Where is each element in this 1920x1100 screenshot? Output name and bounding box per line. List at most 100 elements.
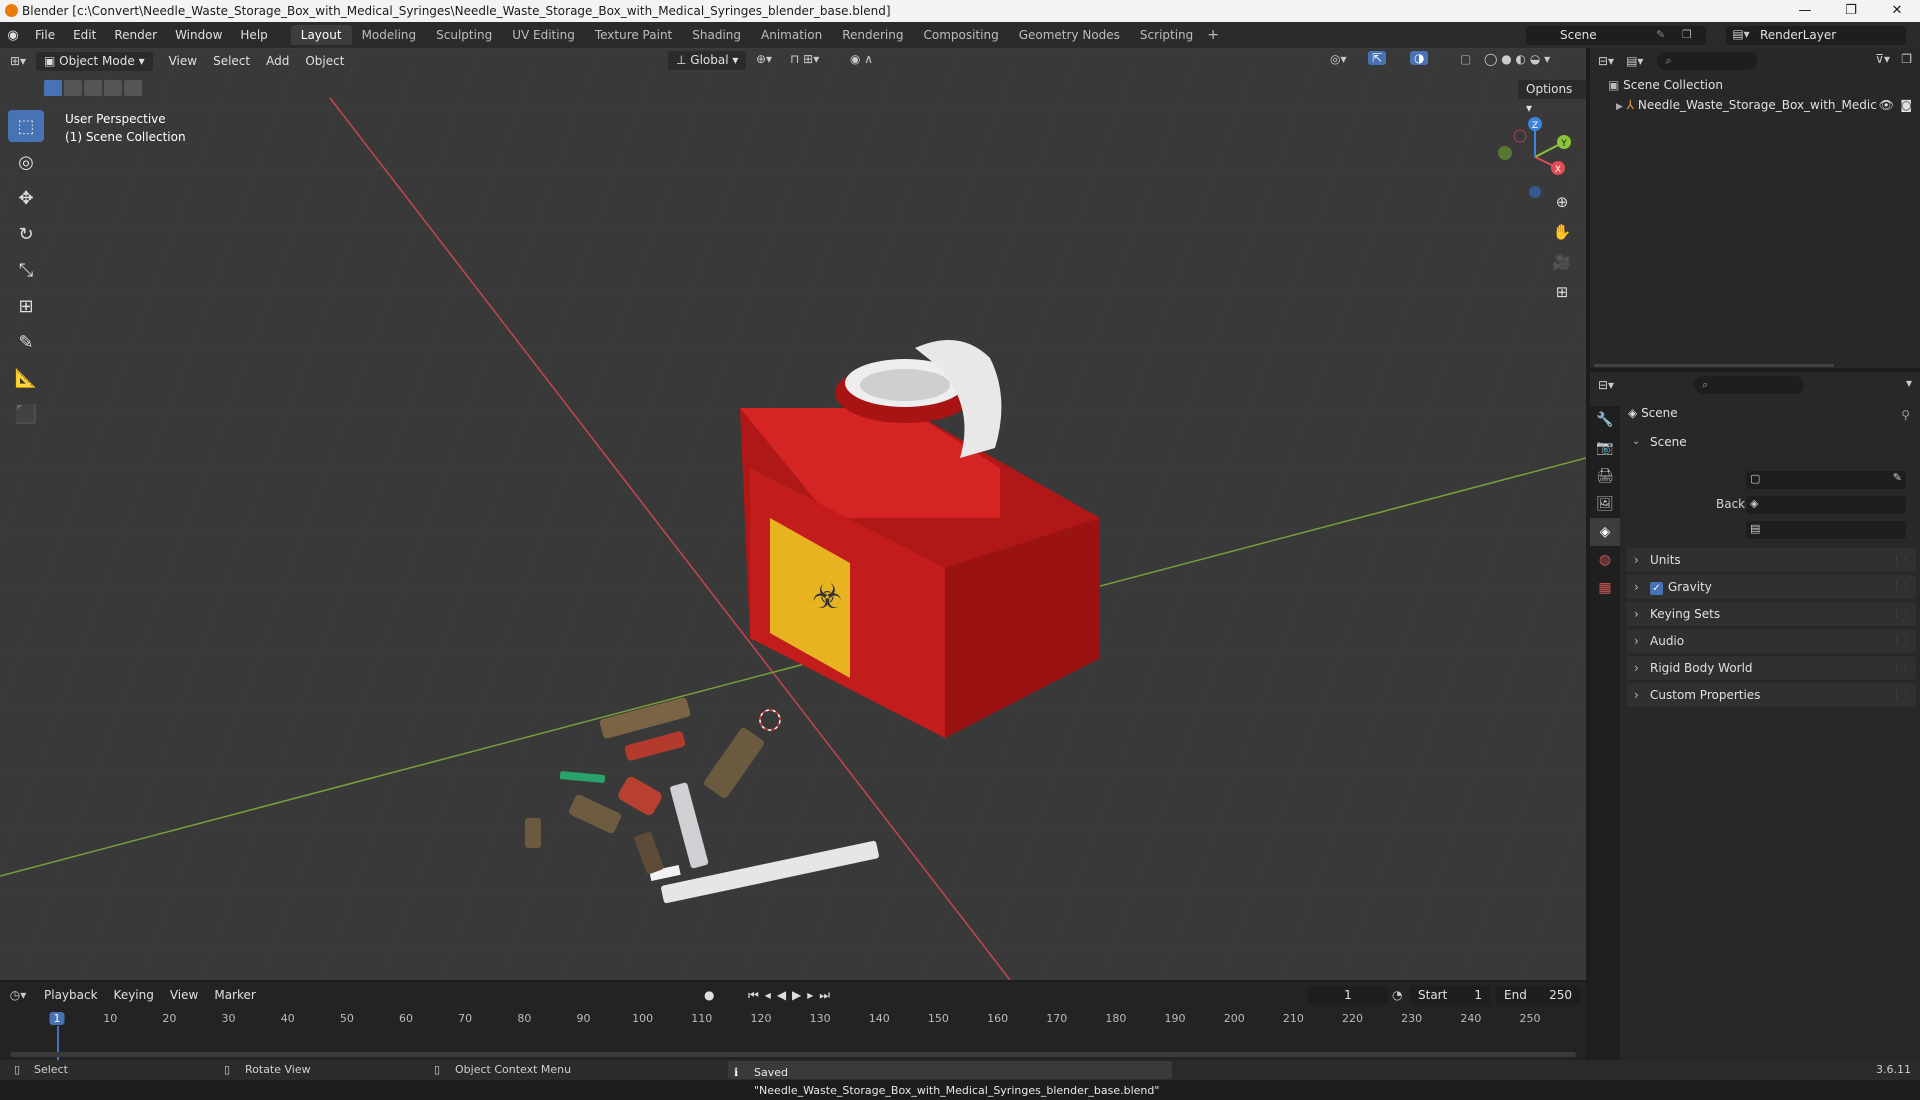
render-layer-icon[interactable]: ▤▾ [1726, 27, 1756, 41]
camera-field[interactable]: ▢ ✎ [1746, 471, 1906, 489]
shading-modes-icon[interactable]: ◯ ● ◐ ◒ ▾ [1484, 52, 1550, 66]
close-button[interactable]: ✕ [1874, 0, 1920, 22]
tab-modeling[interactable]: Modeling [352, 25, 427, 45]
output-tab-icon[interactable]: 🖨 [1590, 462, 1620, 490]
scene-tab-icon[interactable]: ◈ [1590, 518, 1620, 546]
menu-render[interactable]: Render [105, 28, 166, 42]
timeline-menu-playback[interactable]: Playback [36, 986, 106, 1005]
tab-compositing[interactable]: Compositing [913, 25, 1008, 45]
select-extend-icon[interactable] [64, 80, 82, 96]
pin-properties-icon[interactable]: ⚲ [1901, 408, 1910, 422]
proportional-edit-icon[interactable]: ◉ ∧ [850, 52, 873, 66]
tab-texture-paint[interactable]: Texture Paint [585, 25, 682, 45]
editor-type-icon[interactable]: ⊞▾ [0, 54, 36, 68]
gravity-checkbox[interactable]: ✓ [1650, 582, 1663, 595]
maximize-button[interactable]: ❐ [1828, 0, 1874, 22]
drag-handle-icon[interactable]: ⋮⋮ [1892, 548, 1910, 572]
measure-tool-icon[interactable]: 📐 [8, 362, 44, 394]
preview-range-icon[interactable]: ◔ [1392, 988, 1402, 1002]
render-camera-icon[interactable]: ◙ [1900, 98, 1912, 112]
outliner-scrollbar[interactable] [1594, 364, 1834, 367]
rotate-tool-icon[interactable]: ↻ [8, 218, 44, 250]
timeline-scrollbar[interactable] [10, 1052, 1576, 1057]
expand-arrow-icon[interactable]: ▶ [1616, 102, 1623, 112]
tab-animation[interactable]: Animation [751, 25, 832, 45]
add-cube-tool-icon[interactable]: ⬛ [8, 398, 44, 430]
scene-panel-header[interactable]: ⌄ Scene [1626, 430, 1916, 454]
tab-shading[interactable]: Shading [682, 25, 751, 45]
select-intersect-icon[interactable] [124, 80, 142, 96]
timeline[interactable]: ◷▾ Playback Keying View Marker ● ⏮◂◀▶▸⏭ 1 ◔… [0, 982, 1586, 1060]
outliner-item[interactable]: ▶ ⅄ Needle_Waste_Storage_Box_with_Medic … [1616, 98, 1916, 112]
options-button[interactable]: Options ▾ [1518, 80, 1586, 115]
eye-icon[interactable]: 👁 [1879, 98, 1894, 112]
tab-scripting[interactable]: Scripting [1130, 25, 1203, 45]
viewport-menu-add[interactable]: Add [258, 54, 297, 68]
move-tool-icon[interactable]: ✥ [8, 182, 44, 214]
zoom-icon[interactable]: ⊕ [1548, 188, 1576, 216]
panel-keying-sets[interactable]: › Keying Sets ⋮⋮ [1626, 602, 1916, 626]
playback-controls[interactable]: ⏮◂◀▶▸⏭ [748, 988, 836, 1003]
transform-tool-icon[interactable]: ⊞ [8, 290, 44, 322]
outliner-root[interactable]: ▣ Scene Collection [1608, 78, 1723, 92]
snap-icon[interactable]: ⊓ ⊞▾ [790, 52, 819, 66]
pin-icon[interactable]: ✎ [1656, 28, 1665, 41]
visibility-icon[interactable]: ◎▾ [1330, 52, 1347, 66]
properties-options-icon[interactable]: ▾ [1906, 376, 1912, 390]
drag-handle-icon[interactable]: ⋮⋮ [1892, 656, 1910, 680]
cursor-tool-icon[interactable]: ◎ [8, 146, 44, 178]
blender-menu-icon[interactable]: ◉ [0, 28, 26, 43]
viewport-menu-select[interactable]: Select [205, 54, 258, 68]
select-invert-icon[interactable] [104, 80, 122, 96]
outliner-search-input[interactable]: ⌕ [1657, 52, 1758, 70]
tab-rendering[interactable]: Rendering [832, 25, 913, 45]
mode-selector[interactable]: ▣ Object Mode ▾ [36, 51, 153, 71]
menu-file[interactable]: File [26, 28, 64, 42]
properties-search-input[interactable]: ⌕ [1694, 376, 1805, 394]
timeline-editor-icon[interactable]: ◷▾ [0, 988, 36, 1002]
tab-sculpting[interactable]: Sculpting [426, 25, 502, 45]
start-frame-field[interactable]: Start 1 [1410, 985, 1490, 1005]
panel-gravity[interactable]: › ✓ Gravity ⋮⋮ [1626, 575, 1916, 599]
scale-tool-icon[interactable]: ⤡ [8, 254, 44, 286]
add-workspace-button[interactable]: + [1203, 27, 1219, 43]
viewport-menu-view[interactable]: View [161, 54, 205, 68]
properties-editor-icon[interactable]: ⊟▾ [1598, 378, 1614, 392]
end-frame-field[interactable]: End 250 [1496, 985, 1580, 1005]
record-icon[interactable]: ● [704, 988, 714, 1002]
select-new-icon[interactable] [44, 80, 62, 96]
new-scene-icon[interactable]: ❐ [1682, 28, 1692, 41]
panel-audio[interactable]: › Audio ⋮⋮ [1626, 629, 1916, 653]
render-tab-icon[interactable]: 📷 [1590, 434, 1620, 462]
tab-layout[interactable]: Layout [290, 25, 352, 45]
annotate-tool-icon[interactable]: ✎ [8, 326, 44, 358]
tab-geometry-nodes[interactable]: Geometry Nodes [1009, 25, 1130, 45]
3d-viewport[interactable]: ☣ ⊞▾ ▣ Object Mode ▾ View Select Add Obj… [0, 48, 1586, 980]
panel-custom-properties[interactable]: › Custom Properties ⋮⋮ [1626, 683, 1916, 707]
tab-uv-editing[interactable]: UV Editing [502, 25, 585, 45]
world-tab-icon[interactable]: ◍ [1590, 546, 1620, 574]
tool-tab-icon[interactable]: 🔧 [1590, 406, 1620, 434]
view-layer-tab-icon[interactable]: 🖼 [1590, 490, 1620, 518]
camera-view-icon[interactable]: 🎥 [1548, 248, 1576, 276]
drag-handle-icon[interactable]: ⋮⋮ [1892, 602, 1910, 626]
panel-rigid-body-world[interactable]: › Rigid Body World ⋮⋮ [1626, 656, 1916, 680]
drag-handle-icon[interactable]: ⋮⋮ [1892, 629, 1910, 653]
timeline-menu-keying[interactable]: Keying [106, 986, 162, 1005]
menu-help[interactable]: Help [231, 28, 276, 42]
timeline-menu-view[interactable]: View [162, 986, 206, 1005]
menu-edit[interactable]: Edit [64, 28, 105, 42]
drag-handle-icon[interactable]: ⋮⋮ [1892, 575, 1910, 599]
menu-window[interactable]: Window [166, 28, 231, 42]
panel-units[interactable]: › Units ⋮⋮ [1626, 548, 1916, 572]
viewport-menu-object[interactable]: Object [297, 54, 352, 68]
pivot-icon[interactable]: ⊕▾ [756, 52, 772, 66]
outliner-editor-icon[interactable]: ⊟▾ [1598, 54, 1614, 68]
filter-icon[interactable]: ⊽▾ [1875, 52, 1890, 66]
frame-ruler[interactable]: 1 10 20 30 40 50 60 70 80 90 100 110 120 130 140 150 160… [0, 1010, 1586, 1028]
orientation-selector[interactable]: ⊥ Global ▾ [668, 51, 747, 70]
xray-icon[interactable]: ▢ [1460, 52, 1471, 66]
timeline-menu-marker[interactable]: Marker [206, 986, 263, 1005]
display-mode-icon[interactable]: ▤▾ [1626, 54, 1643, 68]
drag-handle-icon[interactable]: ⋮⋮ [1892, 683, 1910, 707]
